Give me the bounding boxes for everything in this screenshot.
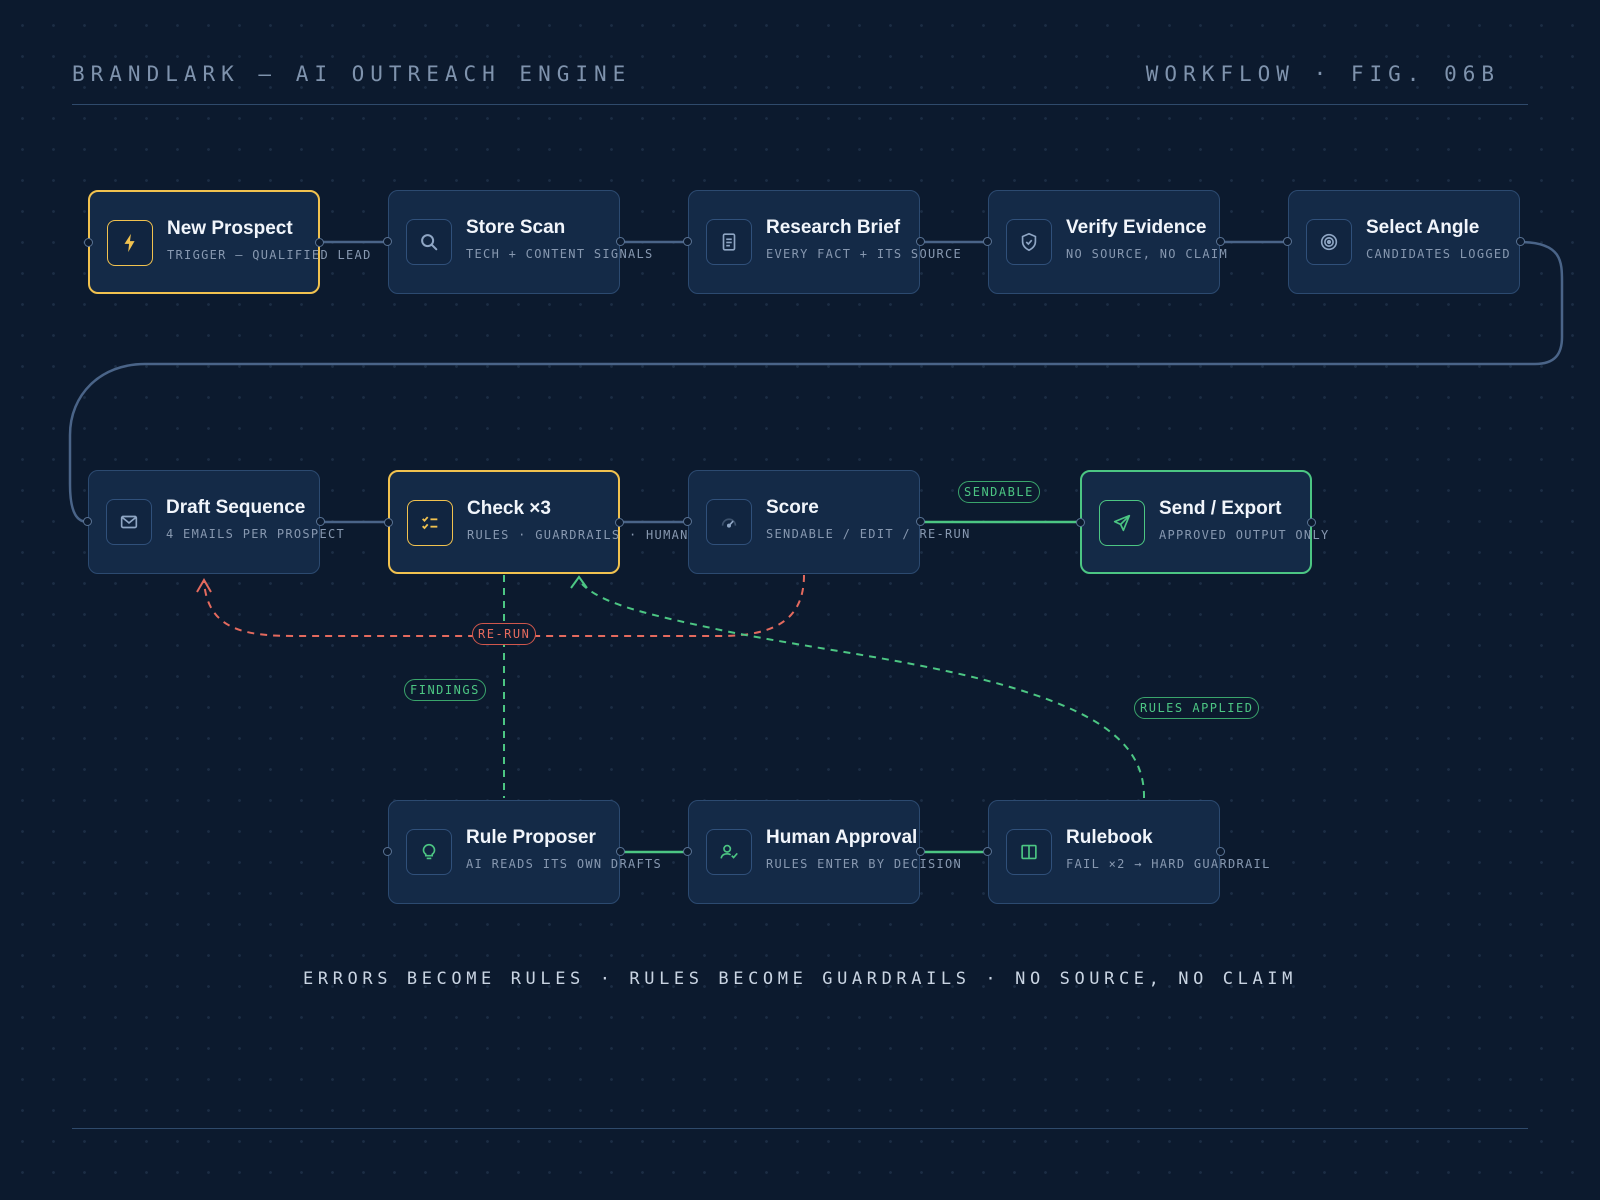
node-score[interactable]: Score SENDABLE / EDIT / RE-RUN: [683, 470, 969, 574]
node-subtitle: TRIGGER — QUALIFIED LEAD: [167, 248, 372, 262]
output-port[interactable]: [1216, 237, 1225, 246]
node-rule-proposer[interactable]: Rule Proposer AI READS ITS OWN DRAFTS: [383, 800, 661, 904]
mail-icon: [106, 499, 152, 545]
node-title: Select Angle: [1366, 217, 1480, 238]
send-icon: [1099, 500, 1145, 546]
rerun-arrowhead: [196, 578, 212, 593]
bolt-icon: [107, 220, 153, 266]
node-subtitle: 4 EMAILS PER PROSPECT: [166, 527, 346, 541]
input-port[interactable]: [1076, 518, 1085, 527]
node-title: Check ×3: [467, 498, 551, 519]
user-check-icon: [706, 829, 752, 875]
node-title: Human Approval: [766, 827, 918, 848]
node-new-prospect[interactable]: New Prospect TRIGGER — QUALIFIED LEAD: [84, 190, 370, 294]
node-subtitle: TECH + CONTENT SIGNALS: [466, 247, 654, 261]
input-port[interactable]: [83, 517, 92, 526]
gauge-icon: [706, 499, 752, 545]
node-subtitle: CANDIDATES LOGGED: [1366, 247, 1511, 261]
node-subtitle: EVERY FACT + ITS SOURCE: [766, 247, 963, 261]
input-port[interactable]: [383, 237, 392, 246]
input-port[interactable]: [683, 847, 692, 856]
node-title: Rulebook: [1066, 827, 1153, 848]
node-subtitle: APPROVED OUTPUT ONLY: [1159, 528, 1330, 542]
connector-layer: [68, 240, 1564, 854]
node-title: Score: [766, 497, 819, 518]
node-subtitle: SENDABLE / EDIT / RE-RUN: [766, 527, 971, 541]
node-subtitle: FAIL ×2 → HARD GUARDRAIL: [1066, 857, 1271, 871]
output-port[interactable]: [616, 237, 625, 246]
node-subtitle: RULES ENTER BY DECISION: [766, 857, 963, 871]
node-select-angle[interactable]: Select Angle CANDIDATES LOGGED: [1283, 190, 1525, 294]
checklist-icon: [407, 500, 453, 546]
lightbulb-icon: [406, 829, 452, 875]
footer-motto: ERRORS BECOME RULES · RULES BECOME GUARD…: [303, 969, 1297, 989]
node-research-brief[interactable]: Research Brief EVERY FACT + ITS SOURCE: [683, 190, 961, 294]
input-port[interactable]: [683, 237, 692, 246]
input-port[interactable]: [84, 238, 93, 247]
target-icon: [1306, 219, 1352, 265]
input-port[interactable]: [983, 847, 992, 856]
output-port[interactable]: [1516, 237, 1525, 246]
output-port[interactable]: [615, 518, 624, 527]
output-port[interactable]: [1216, 847, 1225, 856]
input-port[interactable]: [1283, 237, 1292, 246]
node-subtitle: NO SOURCE, NO CLAIM: [1066, 247, 1228, 261]
sendable-edge-label: SENDABLE: [958, 481, 1040, 503]
node-title: New Prospect: [167, 218, 293, 239]
input-port[interactable]: [383, 847, 392, 856]
node-rulebook[interactable]: Rulebook FAIL ×2 → HARD GUARDRAIL: [983, 800, 1269, 904]
node-human-approval[interactable]: Human Approval RULES ENTER BY DECISION: [683, 800, 961, 904]
output-port[interactable]: [916, 237, 925, 246]
book-icon: [1006, 829, 1052, 875]
output-port[interactable]: [1307, 518, 1316, 527]
node-send-export[interactable]: Send / Export APPROVED OUTPUT ONLY: [1076, 470, 1328, 574]
node-store-scan[interactable]: Store Scan TECH + CONTENT SIGNALS: [383, 190, 652, 294]
node-check[interactable]: Check ×3 RULES · GUARDRAILS · HUMAN: [384, 470, 687, 574]
findings-edge-label: FINDINGS: [404, 679, 486, 701]
shield-check-icon: [1006, 219, 1052, 265]
node-title: Research Brief: [766, 217, 901, 238]
rerun-edge-label: RE-RUN: [472, 623, 537, 645]
node-title: Verify Evidence: [1066, 217, 1207, 238]
output-port[interactable]: [916, 517, 925, 526]
edge-rules-applied: [581, 583, 1146, 799]
output-port[interactable]: [916, 847, 925, 856]
input-port[interactable]: [983, 237, 992, 246]
node-subtitle: RULES · GUARDRAILS · HUMAN: [467, 528, 689, 542]
output-port[interactable]: [315, 238, 324, 247]
input-port[interactable]: [384, 518, 393, 527]
rules-applied-edge-label: RULES APPLIED: [1134, 697, 1260, 719]
output-port[interactable]: [616, 847, 625, 856]
output-port[interactable]: [316, 517, 325, 526]
rules-applied-arrowhead: [570, 575, 588, 589]
node-title: Rule Proposer: [466, 827, 596, 848]
node-verify-evidence[interactable]: Verify Evidence NO SOURCE, NO CLAIM: [983, 190, 1227, 294]
node-draft-sequence[interactable]: Draft Sequence 4 EMAILS PER PROSPECT: [83, 470, 344, 574]
node-title: Send / Export: [1159, 498, 1282, 519]
node-title: Store Scan: [466, 217, 566, 238]
search-icon: [406, 219, 452, 265]
document-icon: [706, 219, 752, 265]
input-port[interactable]: [683, 517, 692, 526]
node-title: Draft Sequence: [166, 497, 306, 518]
node-subtitle: AI READS ITS OWN DRAFTS: [466, 857, 663, 871]
